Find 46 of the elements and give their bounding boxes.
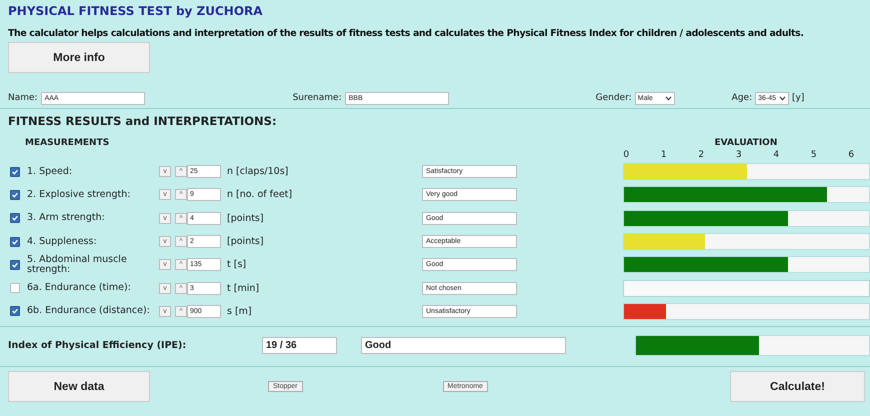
- age-unit: [y]: [792, 93, 804, 103]
- checkbox[interactable]: [10, 260, 20, 270]
- evaluation-header: EVALUATION: [714, 138, 778, 148]
- section-title: FITNESS RESULTS and INTERPRETATIONS:: [8, 114, 278, 128]
- page-title: PHYSICAL FITNESS TEST by ZUCHORA: [8, 4, 264, 18]
- measurement-label: 4. Suppleness:: [27, 236, 98, 247]
- scale-label: 2: [697, 150, 706, 160]
- checkbox[interactable]: [10, 306, 20, 316]
- unit-label: [points]: [227, 236, 265, 248]
- unit-label: s [m]: [227, 306, 253, 317]
- age-label: Age:: [732, 93, 752, 103]
- measurement-label: 3. Arm strength:: [27, 213, 106, 224]
- measurement-label: 6a. Endurance (time):: [27, 283, 132, 294]
- unit-label: n [no. of feet]: [227, 189, 294, 200]
- checkbox[interactable]: [10, 190, 20, 200]
- checkbox[interactable]: [10, 213, 20, 224]
- measurement-label: 1. Speed:: [27, 166, 74, 177]
- checkbox[interactable]: [10, 283, 20, 294]
- description: The calculator helps calculations and interpretation of the results of fitness tests and calculates the Physical Fitness Index for children / adolescents and adults.: [8, 28, 805, 39]
- unit-label: [points]: [227, 212, 265, 224]
- scale-label: 3: [734, 150, 743, 160]
- unit-label: n [claps/10s]: [227, 166, 290, 178]
- gender-label: Gender:: [596, 93, 632, 103]
- chevron-icon: [779, 96, 786, 100]
- scale-label: 5: [810, 150, 818, 160]
- name-label: Name:: [8, 93, 38, 103]
- calculate-button[interactable]: Calculate!: [730, 371, 865, 402]
- unit-label: t [s]: [227, 259, 248, 270]
- measurement-label: 5. Abdominal muscle strength:: [27, 254, 128, 275]
- checkbox[interactable]: [10, 166, 20, 177]
- unit-label: t [min]: [227, 282, 260, 294]
- more-info-button[interactable]: More info: [8, 42, 150, 73]
- checkbox[interactable]: [10, 236, 20, 247]
- scale-label: 1: [660, 150, 668, 160]
- scale-label: 6: [847, 150, 856, 160]
- scale-label: 0: [622, 150, 630, 160]
- scale-label: 4: [772, 150, 780, 160]
- measurement-label: 2. Explosive strength:: [27, 190, 132, 200]
- chevron-icon: [664, 96, 672, 100]
- surname-label: Surename:: [292, 93, 342, 103]
- measurement-label: 6b. Endurance (distance):: [27, 306, 151, 316]
- ipe-score-field: 19 / 36: [262, 336, 337, 354]
- ipe-label: Index of Physical Efficiency (IPE):: [8, 340, 188, 351]
- new-data-button[interactable]: New data: [8, 371, 150, 402]
- ipe-evaluation-field: Good: [361, 336, 566, 354]
- measurements-header: MEASUREMENTS: [25, 138, 110, 150]
